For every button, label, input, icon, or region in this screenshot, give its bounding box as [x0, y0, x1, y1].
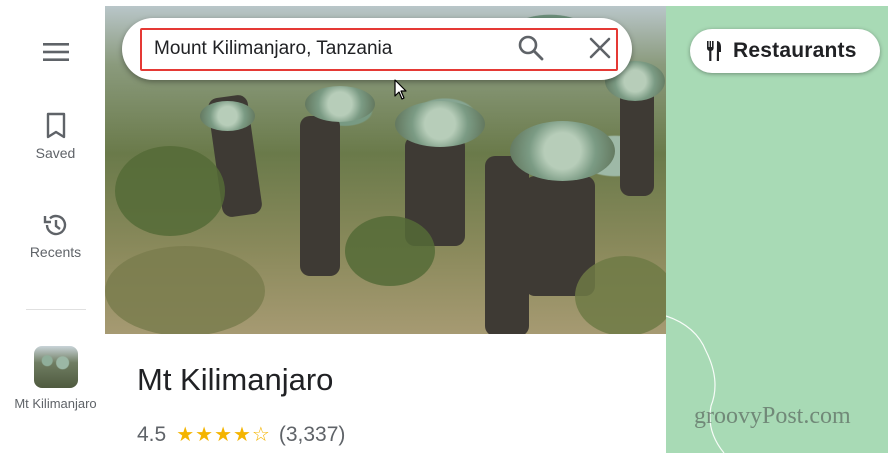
watermark-text: groovyPost.com — [694, 403, 851, 429]
place-panel: Mt Kilimanjaro 4.5 ★★★★☆ (3,337) — [105, 334, 666, 453]
river-line — [666, 315, 725, 453]
mouse-cursor-icon — [394, 79, 407, 100]
map-area[interactable] — [666, 6, 888, 453]
left-rail: Saved Recents Mt Kilimanjaro — [6, 6, 106, 453]
search-box — [122, 18, 632, 80]
saved-label: Saved — [35, 145, 76, 161]
plant-rosette — [200, 101, 255, 131]
search-input[interactable] — [154, 36, 494, 62]
fork-knife-icon — [707, 41, 721, 61]
restaurants-chip[interactable]: Restaurants — [690, 29, 880, 73]
shrub — [115, 146, 225, 236]
plant-trunk — [300, 116, 340, 276]
shrub — [575, 256, 675, 336]
rail-divider — [26, 309, 86, 310]
saved-button[interactable]: Saved — [6, 112, 105, 161]
recents-label: Recents — [29, 244, 82, 260]
plant-trunk — [485, 156, 529, 336]
review-count-link[interactable]: (3,337) — [279, 423, 346, 447]
rating-row: 4.5 ★★★★☆ (3,337) — [137, 422, 345, 447]
shrub — [105, 246, 265, 336]
place-title: Mt Kilimanjaro — [137, 362, 334, 397]
plant-rosette — [510, 121, 615, 181]
close-icon — [589, 37, 611, 59]
restaurants-label: Restaurants — [733, 39, 857, 62]
clear-search-button[interactable] — [588, 36, 612, 60]
plant-rosette — [395, 101, 485, 147]
bookmark-icon — [46, 112, 65, 139]
shrub — [345, 216, 435, 286]
hamburger-menu-icon — [42, 43, 69, 61]
search-button[interactable] — [517, 34, 545, 62]
history-icon — [43, 214, 66, 236]
search-icon — [518, 35, 544, 61]
plant-trunk — [620, 86, 654, 196]
place-thumbnail — [33, 346, 78, 388]
rating-stars: ★★★★☆ — [176, 424, 271, 446]
menu-button[interactable] — [6, 42, 105, 68]
recent-place-kilimanjaro[interactable]: Mt Kilimanjaro — [6, 346, 105, 413]
rating-value: 4.5 — [137, 422, 167, 446]
recent-place-label: Mt Kilimanjaro — [14, 396, 97, 411]
plant-rosette — [305, 86, 375, 122]
recents-button[interactable]: Recents — [6, 211, 105, 260]
